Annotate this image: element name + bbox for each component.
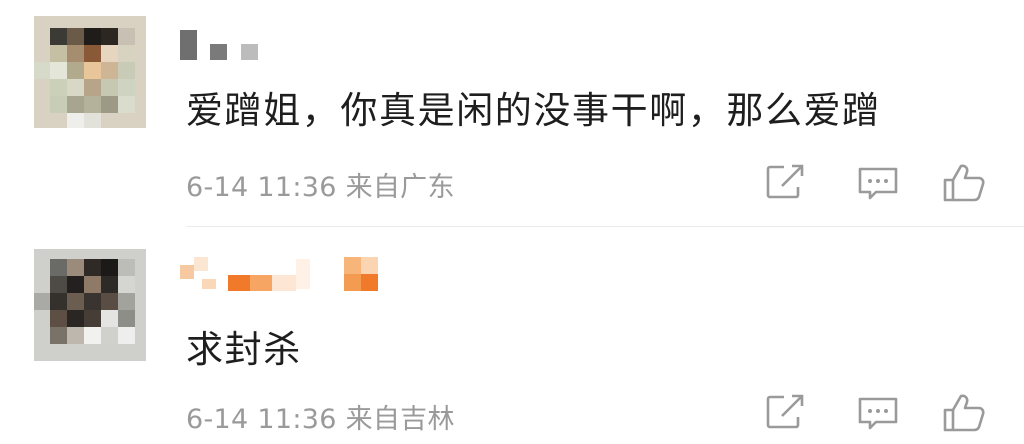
comment-actions [764,390,1004,436]
comment-location: 来自广东 [345,172,455,203]
share-icon [766,163,808,199]
comment-meta: 6-14 11:36 来自吉林 [186,397,455,436]
user-avatar[interactable] [34,16,146,128]
user-avatar[interactable] [34,249,146,361]
comment-date: 6-14 [186,404,249,435]
comment-actions [764,160,1004,206]
reply-icon [858,397,898,430]
share-button[interactable] [764,160,810,206]
reply-button[interactable] [856,160,902,206]
comment-item: 爱蹭姐，你真是闲的没事干啊，那么爱蹭 6-14 11:36 来自广东 [0,0,1024,226]
like-icon [943,394,985,432]
comment-meta: 6-14 11:36 来自广东 [186,165,455,204]
like-icon [943,164,985,202]
username-blurred[interactable] [180,26,270,66]
username-blurred[interactable] [180,257,380,297]
comment-text: 爱蹭姐，你真是闲的没事干啊，那么爱蹭 [186,89,881,132]
comment-time: 11:36 [257,172,337,203]
comment-date: 6-14 [186,172,249,203]
reply-button[interactable] [856,390,902,436]
reply-icon [858,167,898,200]
comment-location: 来自吉林 [345,404,455,435]
comment-text: 求封杀 [186,328,302,371]
share-icon [766,393,808,429]
comment-time: 11:36 [257,404,337,435]
share-button[interactable] [764,390,810,436]
like-button[interactable] [941,160,987,206]
like-button[interactable] [941,390,987,436]
comment-item: 求封杀 6-14 11:36 来自吉林 [0,227,1024,444]
